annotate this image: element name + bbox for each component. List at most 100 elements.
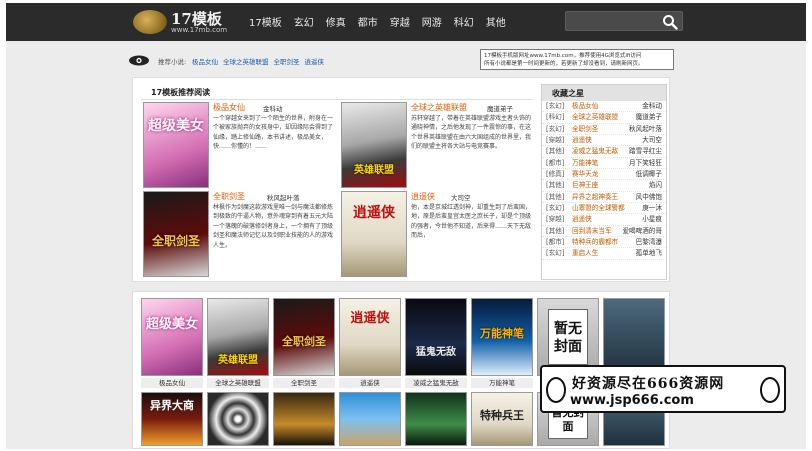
book-link[interactable]: 山寨盟的全球警都 — [572, 203, 625, 214]
watermark-url: www.jsp666.com — [570, 393, 694, 408]
book-cover[interactable]: 超级美女 — [143, 102, 209, 188]
cover-tile[interactable]: 逍遥侠 逍遥侠 — [339, 298, 401, 388]
book-link[interactable]: 全职剑圣 — [572, 124, 598, 135]
book-cover[interactable]: 逍遥侠 — [341, 191, 407, 277]
list-item[interactable]: [玄幻] 山寨盟的全球警都 庚一沐 — [542, 203, 666, 215]
book-cover[interactable] — [207, 392, 269, 446]
search-icon[interactable] — [662, 14, 678, 30]
book-cover[interactable]: 猛鬼无敌 — [405, 298, 467, 376]
logo-url: www.17mb.com — [171, 26, 228, 34]
nav-item-qita[interactable]: 其他 — [486, 14, 506, 29]
book-card[interactable]: 英雄联盟 全球之英雄联盟 魔道弟子 苏轩穿越了，带着在英雄联盟游戏主者头饰的通晓… — [341, 102, 536, 190]
author-name: 孤单地飞 — [635, 249, 662, 258]
book-link[interactable]: 回到清末当军 — [572, 226, 612, 237]
cover-tile[interactable] — [207, 392, 269, 446]
book-author: 秋风起叶落 — [267, 194, 300, 202]
nav-item-xiuzhen[interactable]: 修真 — [326, 14, 346, 29]
list-item[interactable]: [其他] 异界之超神奏王 风中佛饱 — [542, 192, 666, 204]
book-cover[interactable]: 英雄联盟 — [207, 298, 269, 376]
cover-tile[interactable]: 英雄联盟 全球之英雄联盟 — [207, 298, 269, 388]
cover-tile[interactable]: 全职剑圣 全职剑圣 — [273, 298, 335, 388]
book-link[interactable]: 万能神笔 — [572, 158, 598, 169]
book-link[interactable]: 全球之英雄联盟 — [572, 112, 618, 123]
book-cover[interactable]: 全职剑圣 — [143, 191, 209, 277]
list-item[interactable]: [都市] 万能神笔 月下笑轻狂 — [542, 158, 666, 170]
book-card[interactable]: 超级美女 极品女仙 金科动 一个穿越女来到了一个陌生的世界，附身在一个被家族抛弃… — [143, 102, 338, 190]
book-link[interactable]: 特种兵的霸都市 — [572, 237, 618, 248]
list-item[interactable]: [穿越] 逍遥侠 大司空 — [542, 135, 666, 147]
book-link[interactable]: 逍遥侠 — [572, 214, 592, 225]
book-title[interactable]: 全球之英雄联盟 — [411, 102, 467, 113]
divider — [141, 99, 533, 100]
cover-label[interactable]: 逍遥侠 — [339, 378, 401, 388]
cover-tile[interactable]: 万能神笔 万能神笔 — [471, 298, 533, 388]
cover-label[interactable]: 凌威之猛鬼无敌 — [405, 378, 467, 388]
book-cover[interactable]: 逍遥侠 — [339, 298, 401, 376]
notice-link[interactable]: 逍遥侠 — [305, 56, 325, 66]
cover-tile[interactable]: 异界大商 — [141, 392, 203, 446]
book-cover[interactable] — [405, 392, 467, 446]
list-item[interactable]: [都市] 特种兵的霸都市 巴黎湾瀑 — [542, 237, 666, 249]
notice-link[interactable]: 极品女仙 — [192, 56, 218, 66]
book-cover[interactable]: 万能神笔 — [471, 298, 533, 376]
notice-link[interactable]: 全球之英雄联盟 — [223, 56, 269, 66]
list-item[interactable]: [玄幻] 重启人生 孤单地飞 — [542, 248, 666, 260]
nav-item-kehuan[interactable]: 科幻 — [454, 14, 474, 29]
book-cover[interactable]: 英雄联盟 — [341, 102, 407, 188]
cover-art-text: 逍遥侠 — [350, 311, 390, 326]
nav-item-wangyou[interactable]: 网游 — [422, 14, 442, 29]
ornament-icon — [760, 377, 780, 403]
book-link[interactable]: 凌威之猛鬼无敌 — [572, 146, 618, 157]
book-link[interactable]: 赛华天龙 — [572, 169, 598, 180]
cover-tile[interactable]: 超级美女 极品女仙 — [141, 298, 203, 388]
cover-art-text: 特种兵王 — [480, 409, 524, 422]
book-title[interactable]: 逍遥侠 — [411, 191, 435, 202]
book-cover[interactable] — [273, 392, 335, 446]
book-cover[interactable]: 全职剑圣 — [273, 298, 335, 376]
list-item[interactable]: [科幻] 全球之英雄联盟 魔道弟子 — [542, 112, 666, 124]
book-link[interactable]: 极品女仙 — [572, 101, 598, 112]
book-link[interactable]: 巨神王座 — [572, 180, 598, 191]
book-title[interactable]: 极品女仙 — [213, 102, 245, 113]
eye-icon — [129, 55, 149, 66]
list-item[interactable]: [其他] 回到清末当军 爱喝啤酒的哥 — [542, 226, 666, 238]
cover-label[interactable]: 极品女仙 — [141, 378, 203, 388]
book-card[interactable]: 逍遥侠 逍遥侠 大司空 他，本是京城红透剑神，却重生到了后蛮国，地，原是后蛮皇宫… — [341, 191, 536, 279]
cover-label[interactable]: 全职剑圣 — [273, 378, 335, 388]
list-item[interactable]: [修真] 赛华天龙 低调椰子 — [542, 169, 666, 181]
site-logo[interactable]: 17模板 www.17mb.com — [133, 8, 243, 36]
nav-item-home[interactable]: 17模板 — [249, 14, 282, 29]
book-title[interactable]: 全职剑圣 — [213, 191, 245, 202]
notice-link[interactable]: 全职剑圣 — [274, 56, 300, 66]
book-link[interactable]: 重启人生 — [572, 248, 598, 259]
cover-art-text: 超级美女 — [148, 118, 204, 134]
book-link[interactable]: 异界之超神奏王 — [572, 192, 618, 203]
cover-tile[interactable] — [339, 392, 401, 446]
category-label: [其他] — [546, 226, 565, 235]
nav-item-xuanhuan[interactable]: 玄幻 — [294, 14, 314, 29]
list-item[interactable]: [玄幻] 全职剑圣 秋风起叶落 — [542, 124, 666, 136]
cover-tile[interactable] — [273, 392, 335, 446]
cover-label[interactable]: 全球之英雄联盟 — [207, 378, 269, 388]
nav-item-chuanyue[interactable]: 穿越 — [390, 14, 410, 29]
search-input[interactable] — [565, 11, 683, 31]
cover-tile[interactable]: 猛鬼无敌 凌威之猛鬼无敌 — [405, 298, 467, 388]
author-name: 魔道弟子 — [635, 113, 662, 122]
book-link[interactable]: 逍遥侠 — [572, 135, 592, 146]
book-cover[interactable]: 超级美女 — [141, 298, 203, 376]
cover-label[interactable]: 万能神笔 — [471, 378, 533, 388]
cover-tile[interactable]: 特种兵王 — [471, 392, 533, 446]
book-cover[interactable]: 特种兵王 — [471, 392, 533, 446]
book-cover[interactable]: 异界大商 — [141, 392, 203, 446]
cover-art-text: 英雄联盟 — [218, 355, 258, 366]
list-item[interactable]: [玄幻] 极品女仙 金科动 — [542, 101, 666, 113]
nav-item-dushi[interactable]: 都市 — [358, 14, 378, 29]
list-item[interactable]: [其他] 凌威之猛鬼无敌 踏雪寻红尘 — [542, 146, 666, 158]
book-cover[interactable] — [339, 392, 401, 446]
author-name: 小星痕 — [642, 215, 662, 224]
book-card[interactable]: 全职剑圣 全职剑圣 秋风起叶落 林枫作为剑魔这款游戏里唯一剑与魔法都修炼到极致的… — [143, 191, 338, 279]
book-description: 一个穿越女来到了一个陌生的世界，附身在一个被家族抛弃的女孩身中，却因缘际会得到了… — [213, 115, 334, 151]
cover-tile[interactable] — [405, 392, 467, 446]
list-item[interactable]: [穿越] 逍遥侠 小星痕 — [542, 214, 666, 226]
list-item[interactable]: [其他] 巨神王座 焰闪 — [542, 180, 666, 192]
